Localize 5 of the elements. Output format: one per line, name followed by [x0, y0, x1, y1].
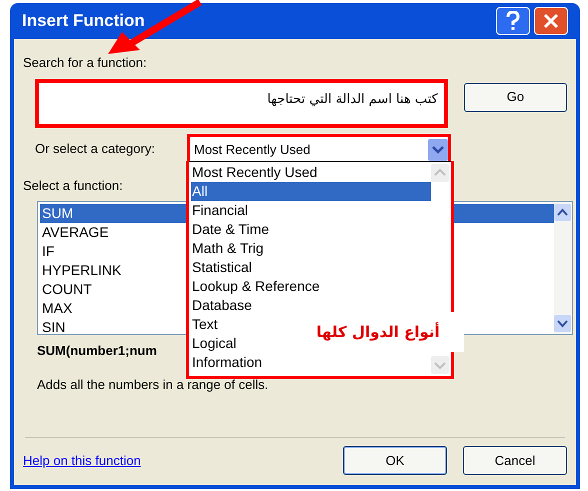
function-list-label: Select a function:: [23, 176, 123, 194]
category-label: Or select a category:: [35, 140, 156, 158]
window-title: Insert Function: [22, 10, 145, 32]
search-label: Search for a function:: [23, 54, 147, 72]
function-signature: SUM(number1;num: [37, 342, 157, 360]
